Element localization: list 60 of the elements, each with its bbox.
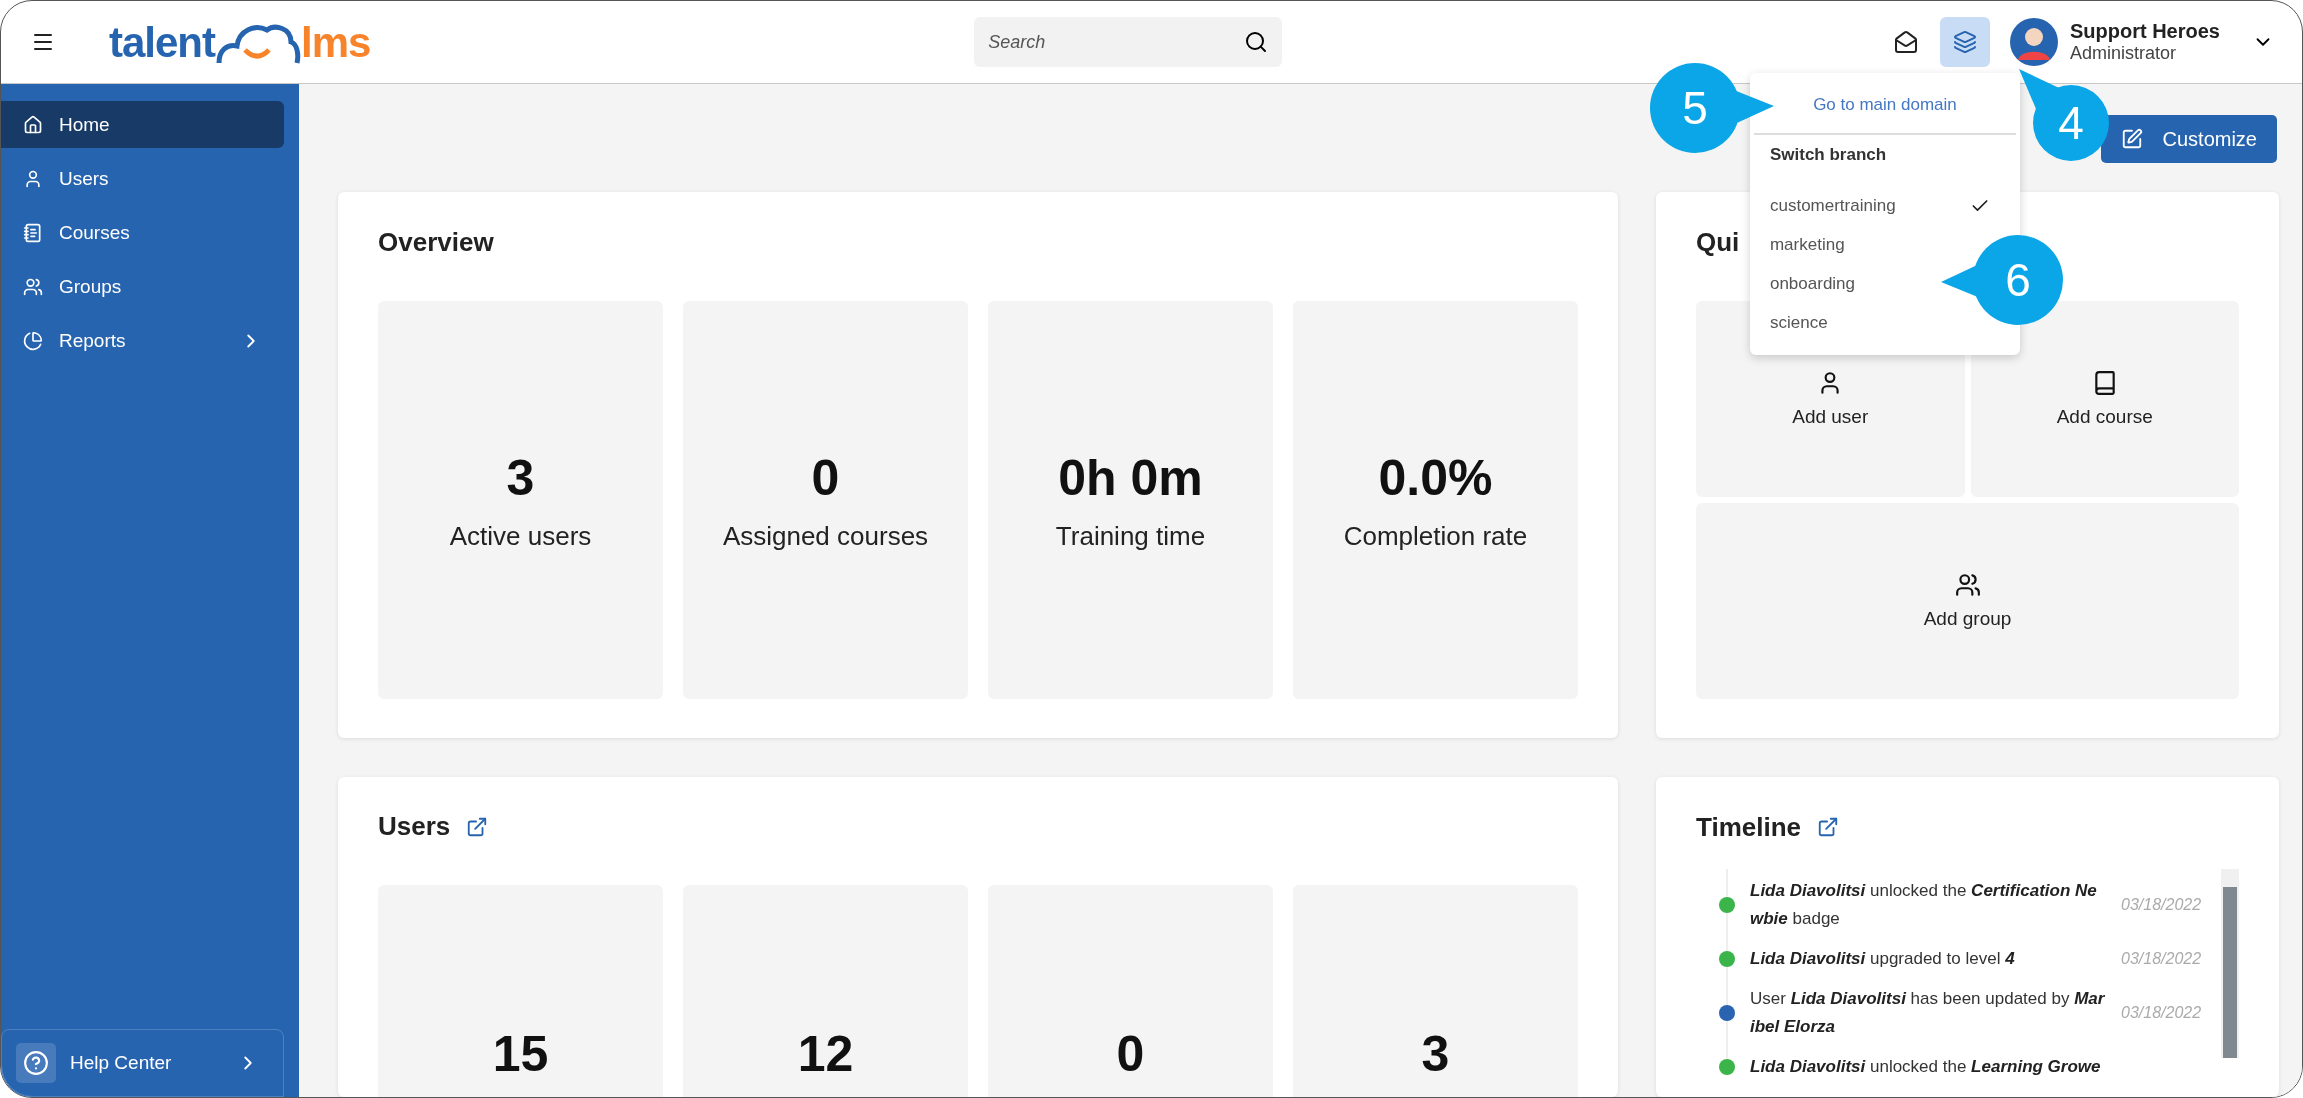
sidebar-item[interactable]: Home (1, 101, 284, 148)
branch-button[interactable] (1939, 17, 1990, 67)
inbox-icon (1893, 30, 1918, 54)
stat-value: 12 (797, 1025, 854, 1083)
dropdown-heading: Switch branch (1768, 144, 1888, 166)
branch-item[interactable]: customertraining (1749, 187, 2020, 226)
stat-value: 3 (506, 448, 535, 507)
external-link-icon[interactable] (1817, 816, 1839, 838)
users-icon (23, 168, 43, 189)
card-title: Qui (1696, 226, 1740, 258)
callout-number: 4 (2058, 97, 2084, 149)
group-icon (1954, 572, 1981, 598)
stat-value: 3 (1421, 1025, 1450, 1083)
search-field[interactable]: Search (974, 17, 1283, 67)
card-title: Users (378, 811, 451, 842)
stat-value: 15 (492, 1025, 549, 1083)
branch-item[interactable]: onboarding (1749, 265, 1864, 304)
branch-item[interactable]: marketing (1749, 226, 1853, 265)
timeline-text: Lida Diavolitsi unlocked the Certification Newbie badge (1749, 880, 2098, 930)
sidebar-item[interactable]: Reports (1, 317, 284, 364)
stat-label: Completion rate (1343, 520, 1528, 552)
timeline-text: Lida Diavolitsi upgraded to level 4 (1749, 948, 2016, 970)
courses-icon (23, 222, 43, 243)
help-icon (16, 1043, 56, 1083)
stat-value: 0 (1116, 1025, 1145, 1083)
external-link-icon[interactable] (466, 815, 489, 838)
quick-action-button[interactable]: Add group (1696, 503, 2239, 699)
sidebar-item[interactable]: Users (1, 155, 284, 202)
timeline-text: User Lida Diavolitsi has been updated by Maribel Elorza (1749, 988, 2106, 1038)
avatar-icon (2009, 18, 2058, 66)
timeline-date: 03/18/2022 (2121, 896, 2203, 914)
quick-action-button[interactable]: Add course (1970, 301, 2239, 497)
stat-label: Active users (449, 520, 592, 552)
card-title: Timeline (1696, 811, 1801, 843)
branch-item[interactable]: science (1749, 304, 1836, 343)
edit-icon (2120, 128, 2143, 150)
search-icon[interactable] (1244, 30, 1269, 54)
stat-label: Assigned courses (722, 520, 929, 552)
timeline-text: Lida Diavolitsi unlocked the Learning Growe (1749, 1056, 2102, 1078)
user-name: Support Heroes (2069, 20, 2220, 43)
stat-label: Training time (1055, 520, 1206, 552)
stat-value: 0h 0m (1058, 448, 1203, 507)
scrollbar[interactable] (2221, 869, 2239, 1058)
logo[interactable]: talent lms (109, 20, 371, 64)
sidebar-item[interactable]: Courses (1, 209, 284, 256)
sidebar-item[interactable]: Groups (1, 263, 284, 310)
timeline-date: 03/18/2022 (2121, 1004, 2203, 1022)
main-domain-link[interactable]: Go to main domain (1813, 95, 1957, 115)
stat-value: 0 (811, 448, 840, 507)
timeline-date: 03/18/2022 (2121, 950, 2203, 968)
groups-icon (23, 276, 43, 297)
layers-icon (1952, 30, 1977, 54)
callout-number: 5 (1682, 82, 1708, 134)
reports-icon (23, 330, 43, 351)
stat-value: 0.0% (1378, 448, 1493, 507)
customize-button[interactable]: Customize (2100, 115, 2277, 163)
home-icon (23, 114, 43, 135)
help-center-link[interactable]: Help Center (1, 1029, 284, 1097)
card-title: Overview (378, 226, 494, 258)
user-role: Administrator (2069, 43, 2176, 64)
